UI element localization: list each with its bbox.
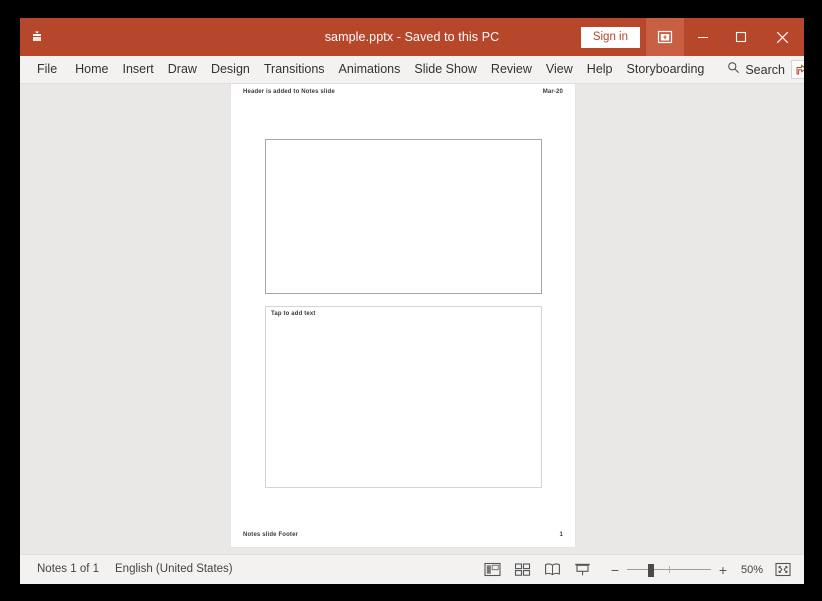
menu-item-design[interactable]: Design xyxy=(204,58,257,82)
menu-item-file[interactable]: File xyxy=(26,58,68,82)
search-label: Search xyxy=(745,62,785,77)
zoom-control: − + 50% xyxy=(608,561,763,579)
menu-item-help[interactable]: Help xyxy=(580,58,620,82)
powerpoint-window: sample.pptx - Saved to this PC Sign in F… xyxy=(20,18,804,584)
search-input[interactable]: Search xyxy=(721,58,791,82)
menu-item-draw[interactable]: Draw xyxy=(161,58,204,82)
menu-item-insert[interactable]: Insert xyxy=(116,58,161,82)
slide-count-status[interactable]: Notes 1 of 1 xyxy=(29,560,107,579)
slide-image-placeholder[interactable] xyxy=(265,139,542,294)
share-icon[interactable] xyxy=(790,60,804,79)
language-status[interactable]: English (United States) xyxy=(107,560,241,579)
slide-show-button[interactable] xyxy=(568,559,596,581)
menu-item-slide-show[interactable]: Slide Show xyxy=(407,58,484,82)
menu-item-transitions[interactable]: Transitions xyxy=(257,58,332,82)
notes-placeholder-label: Tap to add text xyxy=(271,311,316,317)
search-icon xyxy=(727,61,740,79)
menu-item-review[interactable]: Review xyxy=(484,58,539,82)
status-bar: Notes 1 of 1 English (United States) − +… xyxy=(20,554,804,584)
notes-header-left-text: Header is added to Notes slide xyxy=(243,89,335,95)
sign-in-button[interactable]: Sign in xyxy=(580,26,640,48)
title-bar-controls: Sign in xyxy=(580,18,804,56)
reading-view-button[interactable] xyxy=(538,559,566,581)
notes-page-workspace: Header is added to Notes slide Mar-20 Ta… xyxy=(20,84,804,554)
notes-footer-left-text: Notes slide Footer xyxy=(243,532,299,538)
zoom-slider-handle[interactable] xyxy=(647,563,654,577)
notes-text-placeholder[interactable]: Tap to add text xyxy=(265,306,542,488)
notes-page-footer: Notes slide Footer 1 xyxy=(243,532,563,538)
slide-sorter-view-button[interactable] xyxy=(508,559,536,581)
notes-page-header: Header is added to Notes slide Mar-20 xyxy=(243,89,563,95)
menu-item-animations[interactable]: Animations xyxy=(332,58,408,82)
zoom-slider[interactable] xyxy=(627,561,711,579)
fit-slide-to-window-icon[interactable] xyxy=(771,559,795,581)
zoom-in-button[interactable]: + xyxy=(716,561,730,579)
status-bar-right: − + 50% xyxy=(478,559,795,581)
menu-bar-right-icons xyxy=(790,60,804,79)
ribbon-display-options-icon[interactable] xyxy=(646,18,684,56)
quick-access-toolbar-icon[interactable] xyxy=(20,18,54,56)
zoom-slider-midpoint-tick xyxy=(669,565,670,573)
close-icon[interactable] xyxy=(760,18,804,56)
minimize-icon[interactable] xyxy=(684,18,722,56)
title-bar: sample.pptx - Saved to this PC Sign in xyxy=(20,18,804,56)
menu-item-storyboarding[interactable]: Storyboarding xyxy=(620,58,712,82)
zoom-out-button[interactable]: − xyxy=(608,561,622,579)
notes-page[interactable]: Header is added to Notes slide Mar-20 Ta… xyxy=(231,84,575,547)
menu-item-view[interactable]: View xyxy=(539,58,580,82)
notes-footer-page-number: 1 xyxy=(559,532,563,538)
normal-view-button[interactable] xyxy=(478,559,506,581)
menu-item-home[interactable]: Home xyxy=(68,58,115,82)
menu-bar: File Home Insert Draw Design Transitions… xyxy=(20,56,804,84)
zoom-percentage-label[interactable]: 50% xyxy=(735,564,763,576)
notes-header-date-text: Mar-20 xyxy=(542,89,563,95)
maximize-icon[interactable] xyxy=(722,18,760,56)
